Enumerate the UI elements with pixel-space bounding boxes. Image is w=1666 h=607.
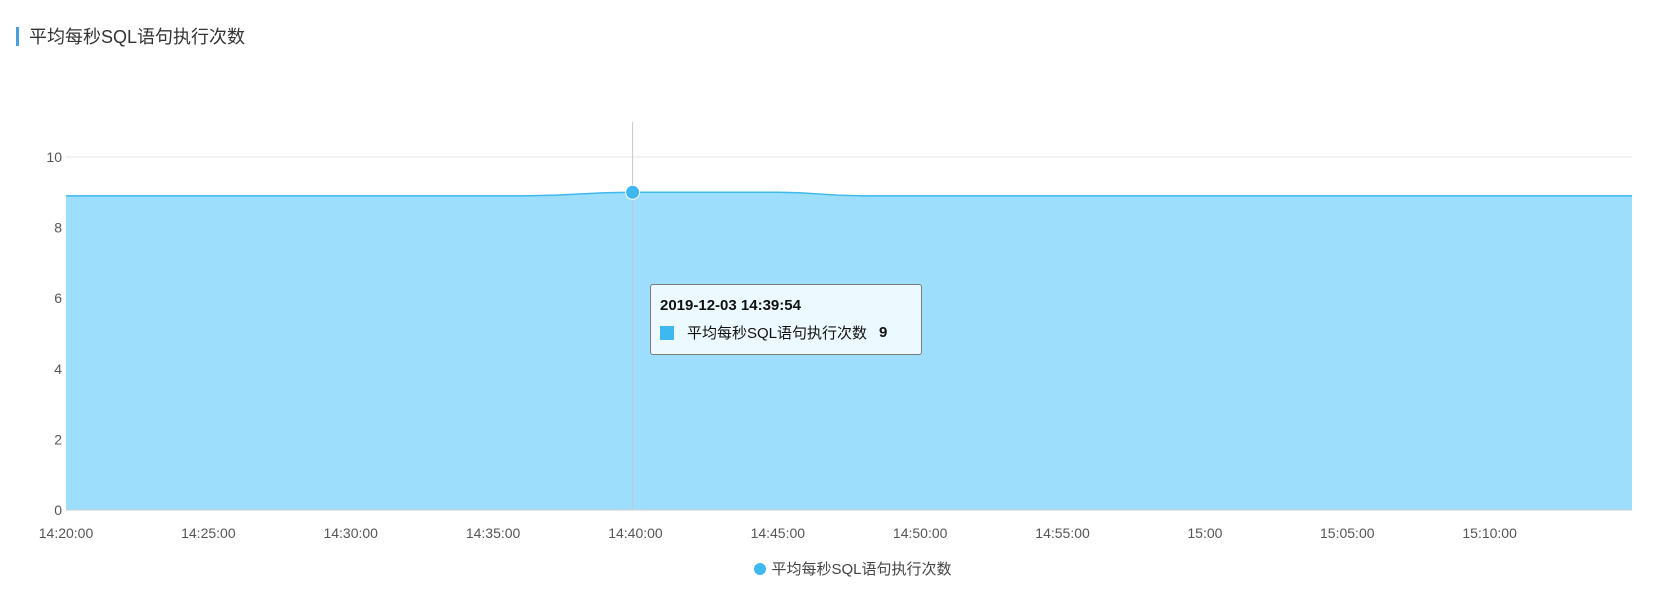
x-tick-label: 14:20:00 xyxy=(39,525,94,541)
x-tick-label: 15:10:00 xyxy=(1462,525,1517,541)
x-tick-label: 14:45:00 xyxy=(751,525,806,541)
y-tick-label: 6 xyxy=(54,290,62,306)
hover-point xyxy=(625,184,641,200)
x-tick-label: 14:40:00 xyxy=(608,525,663,541)
x-tick-label: 14:50:00 xyxy=(893,525,948,541)
y-tick-label: 10 xyxy=(46,149,62,165)
legend-marker-icon xyxy=(754,562,767,575)
y-tick-label: 2 xyxy=(54,431,62,447)
tooltip-series-swatch xyxy=(660,325,674,340)
x-tick-label: 14:30:00 xyxy=(323,525,378,541)
y-tick-label: 0 xyxy=(54,502,62,518)
x-tick-label: 15:05:00 xyxy=(1320,525,1375,541)
x-tick-label: 14:35:00 xyxy=(466,525,521,541)
tooltip-time: 2019-12-03 14:39:54 xyxy=(660,297,801,314)
x-tick-label: 14:25:00 xyxy=(181,525,236,541)
tooltip-value: 9 xyxy=(879,324,888,341)
tooltip-series-name: 平均每秒SQL语句执行次数 xyxy=(687,325,868,342)
x-tick-label: 14:55:00 xyxy=(1035,525,1090,541)
chart-tooltip: 2019-12-03 14:39:54 平均每秒SQL语句执行次数 9 xyxy=(650,284,922,355)
y-tick-label: 8 xyxy=(54,220,62,236)
x-tick-label: 15:00 xyxy=(1187,525,1222,541)
tooltip-row: 平均每秒SQL语句执行次数 9 xyxy=(660,322,912,343)
legend-label: 平均每秒SQL语句执行次数 xyxy=(771,561,952,578)
y-tick-label: 4 xyxy=(54,361,62,377)
series-line xyxy=(65,191,1632,197)
chart-legend[interactable]: 平均每秒SQL语句执行次数 xyxy=(0,558,1666,579)
